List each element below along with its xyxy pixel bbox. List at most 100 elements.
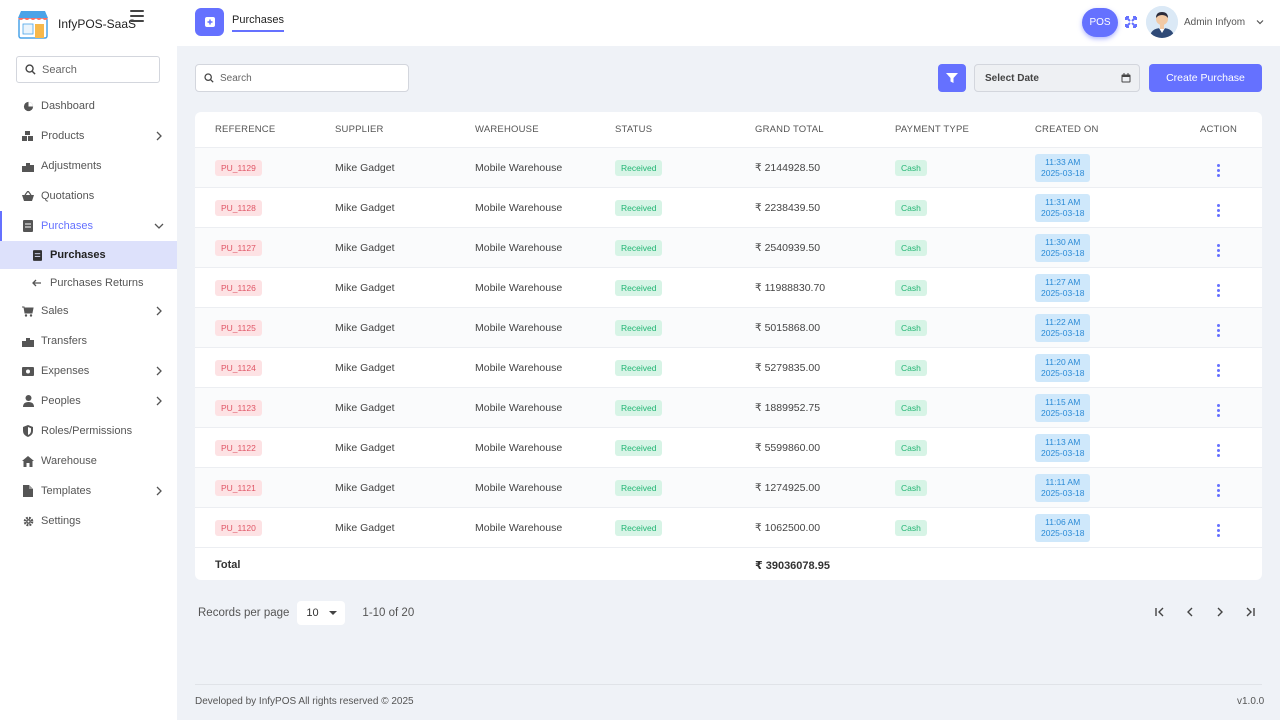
sidebar-item-expenses[interactable]: Expenses	[0, 356, 177, 386]
more-actions-icon[interactable]	[1217, 484, 1220, 497]
prev-page-button[interactable]	[1182, 604, 1198, 620]
fullscreen-icon[interactable]	[1125, 16, 1137, 28]
reference-badge[interactable]: PU_1123	[215, 399, 262, 416]
sidebar-item-quotations[interactable]: Quotations	[0, 181, 177, 211]
sidebar-item-label: Sales	[41, 305, 69, 317]
cart-icon	[22, 305, 34, 317]
search-input[interactable]	[220, 72, 400, 84]
pagination-controls	[1152, 604, 1258, 620]
reference-badge[interactable]: PU_1126	[215, 279, 262, 296]
sidebar-item-adjustments[interactable]: Adjustments	[0, 151, 177, 181]
col-supplier[interactable]: SUPPLIER	[335, 124, 475, 135]
grand-total-cell: ₹ 5599860.00	[755, 441, 821, 454]
menu-toggle-icon[interactable]	[130, 8, 144, 24]
create-purchase-button[interactable]: Create Purchase	[1149, 64, 1262, 92]
more-actions-icon[interactable]	[1217, 364, 1220, 377]
search-icon	[204, 73, 214, 83]
created-on-badge: 11:27 AM 2025-03-18	[1035, 273, 1091, 302]
records-per-page-label: Records per page	[198, 607, 290, 619]
purchase-search[interactable]	[195, 64, 409, 92]
payment-type-badge: Cash	[895, 359, 927, 376]
sidebar-search-input[interactable]	[42, 63, 152, 76]
sidebar-item-warehouse[interactable]: Warehouse	[0, 446, 177, 476]
col-grand-total[interactable]: GRAND TOTAL	[755, 124, 895, 135]
status-badge: Received	[615, 239, 663, 256]
user-name[interactable]: Admin Infyom	[1184, 17, 1245, 28]
col-action: ACTION	[1199, 124, 1238, 135]
grand-total-cell: ₹ 1274925.00	[755, 481, 821, 494]
sidebar-item-peoples[interactable]: Peoples	[0, 386, 177, 416]
avatar[interactable]	[1146, 6, 1178, 38]
col-created-on[interactable]: CREATED ON	[1035, 124, 1175, 135]
shield-icon	[22, 425, 34, 437]
col-reference[interactable]: REFERENCE	[195, 124, 335, 135]
records-per-page-select[interactable]: 10	[297, 601, 346, 625]
transfers-icon	[22, 335, 34, 347]
supplier-cell: Mike Gadget	[335, 281, 395, 294]
sidebar-subitem-purchases[interactable]: Purchases	[0, 241, 177, 269]
add-icon[interactable]	[195, 8, 224, 36]
sidebar-item-dashboard[interactable]: Dashboard	[0, 91, 177, 121]
sidebar-subitem-purchases-returns[interactable]: Purchases Returns	[0, 269, 177, 296]
reference-badge[interactable]: PU_1129	[215, 159, 262, 176]
first-page-button[interactable]	[1152, 604, 1168, 620]
purchases-table: REFERENCE SUPPLIER WAREHOUSE STATUS GRAN…	[195, 112, 1262, 580]
more-actions-icon[interactable]	[1217, 324, 1220, 337]
sidebar-item-templates[interactable]: Templates	[0, 476, 177, 506]
date-picker[interactable]: Select Date	[974, 64, 1140, 92]
table-row: PU_1124 Mike Gadget Mobile Warehouse Receiv…	[195, 348, 1262, 388]
pos-button[interactable]: POS	[1082, 8, 1118, 37]
created-date: 2025-03-18	[1041, 167, 1085, 178]
sidebar-item-purchases[interactable]: Purchases	[0, 211, 177, 241]
user-icon	[22, 395, 34, 407]
col-payment-type[interactable]: PAYMENT TYPE	[895, 124, 1035, 135]
reference-badge[interactable]: PU_1125	[215, 319, 262, 336]
chevron-right-icon	[156, 366, 162, 376]
more-actions-icon[interactable]	[1217, 524, 1220, 537]
grand-total-cell: ₹ 2238439.50	[755, 201, 821, 214]
payment-type-badge: Cash	[895, 239, 927, 256]
chevron-left-icon	[1187, 607, 1193, 617]
sidebar-item-label: Warehouse	[41, 455, 97, 467]
table-row: PU_1129 Mike Gadget Mobile Warehouse Receiv…	[195, 148, 1262, 188]
more-actions-icon[interactable]	[1217, 404, 1220, 417]
more-actions-icon[interactable]	[1217, 284, 1220, 297]
filter-button[interactable]	[938, 64, 966, 92]
next-page-button[interactable]	[1212, 604, 1228, 620]
supplier-cell: Mike Gadget	[335, 201, 395, 214]
table-row: PU_1122 Mike Gadget Mobile Warehouse Receiv…	[195, 428, 1262, 468]
more-actions-icon[interactable]	[1217, 444, 1220, 457]
reference-badge[interactable]: PU_1120	[215, 519, 262, 536]
reference-badge[interactable]: PU_1124	[215, 359, 262, 376]
grand-total-cell: ₹ 11988830.70	[755, 281, 826, 294]
created-date: 2025-03-18	[1041, 207, 1085, 218]
sidebar-item-roles-permissions[interactable]: Roles/Permissions	[0, 416, 177, 446]
sidebar-item-transfers[interactable]: Transfers	[0, 326, 177, 356]
table-row: PU_1127 Mike Gadget Mobile Warehouse Receiv…	[195, 228, 1262, 268]
sidebar-item-products[interactable]: Products	[0, 121, 177, 151]
tab-purchases[interactable]: Purchases	[232, 14, 284, 32]
created-time: 11:31 AM	[1045, 196, 1081, 207]
col-warehouse[interactable]: WAREHOUSE	[475, 124, 615, 135]
reference-badge[interactable]: PU_1128	[215, 199, 262, 216]
sidebar-item-settings[interactable]: Settings	[0, 506, 177, 536]
created-time: 11:11 AM	[1045, 476, 1081, 487]
sidebar-subitem-label: Purchases	[50, 249, 106, 261]
created-time: 11:20 AM	[1045, 356, 1081, 367]
sidebar-item-sales[interactable]: Sales	[0, 296, 177, 326]
created-date: 2025-03-18	[1041, 447, 1085, 458]
page-range: 1-10 of 20	[362, 607, 415, 619]
warehouse-cell: Mobile Warehouse	[475, 281, 563, 294]
reference-badge[interactable]: PU_1122	[215, 439, 262, 456]
chevron-down-icon[interactable]	[1255, 17, 1265, 27]
reference-badge[interactable]: PU_1127	[215, 239, 262, 256]
more-actions-icon[interactable]	[1217, 164, 1220, 177]
more-actions-icon[interactable]	[1217, 204, 1220, 217]
sidebar-search[interactable]	[16, 56, 160, 83]
more-actions-icon[interactable]	[1217, 244, 1220, 257]
col-status[interactable]: STATUS	[615, 124, 755, 135]
created-time: 11:27 AM	[1045, 276, 1081, 287]
reference-badge[interactable]: PU_1121	[215, 479, 262, 496]
chevron-right-icon	[156, 131, 162, 141]
last-page-button[interactable]	[1242, 604, 1258, 620]
